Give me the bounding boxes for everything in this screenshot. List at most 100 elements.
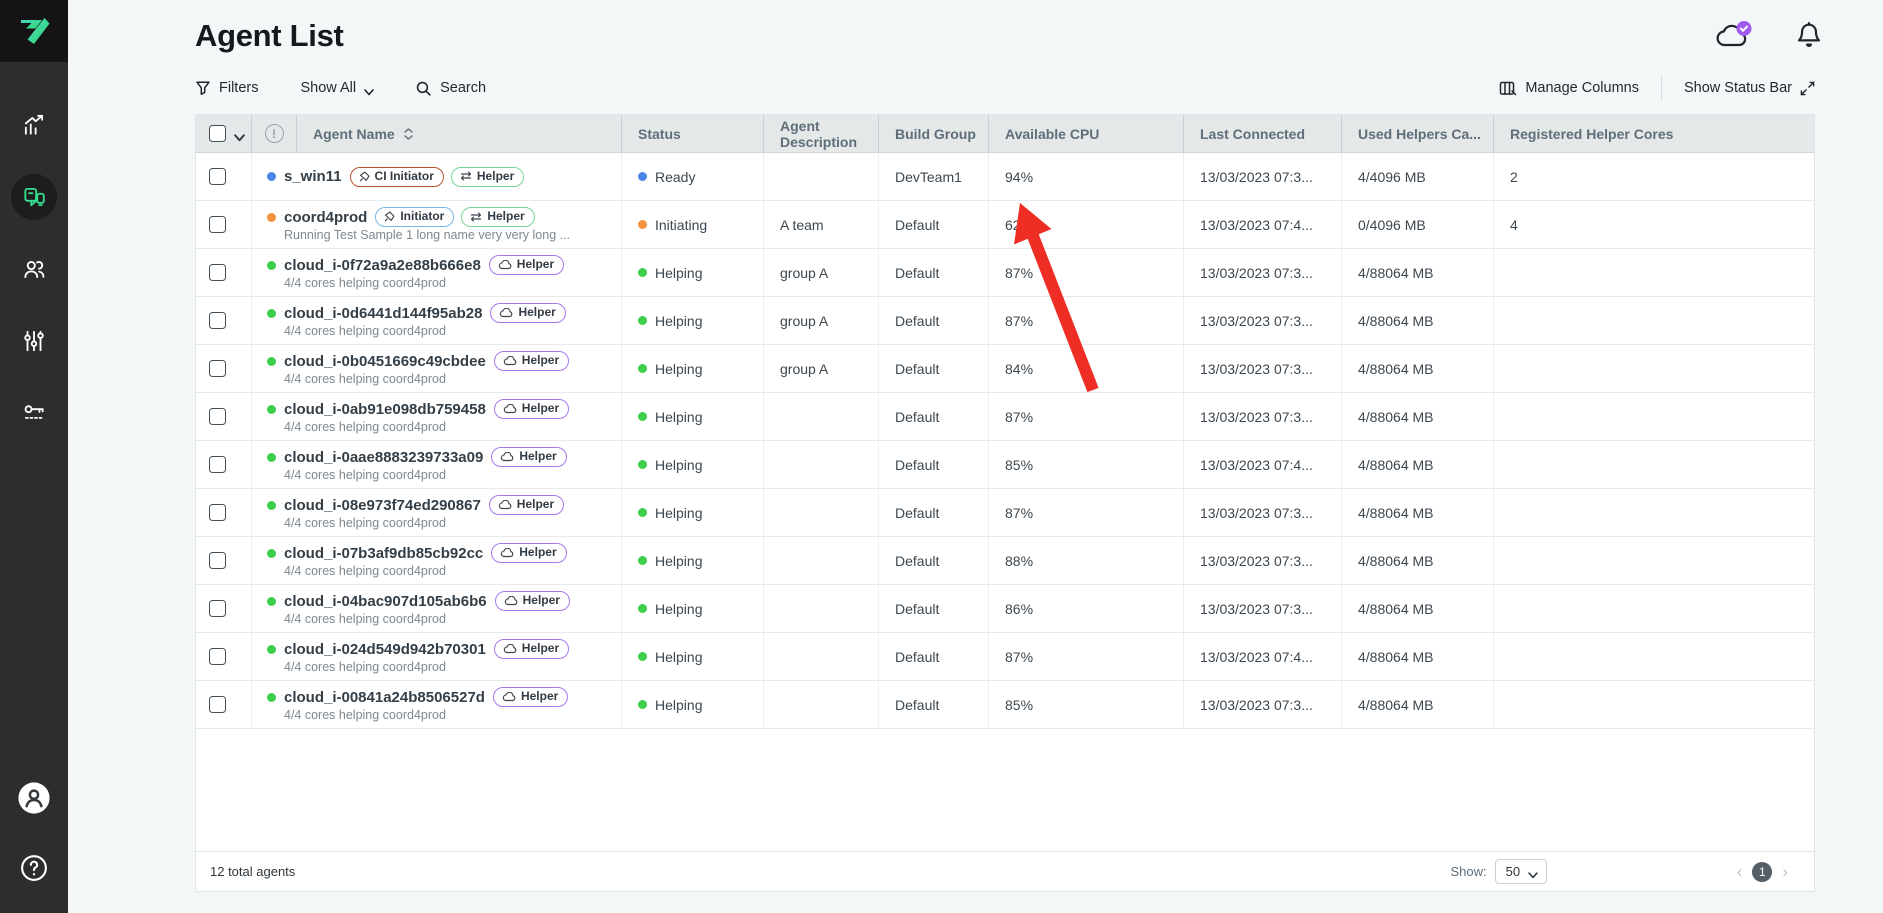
- table-row[interactable]: cloud_i-08e973f74ed290867 Helper 4/4 cor…: [196, 489, 1814, 537]
- row-select-cell: [196, 585, 252, 632]
- registered-cores-cell: [1494, 489, 1814, 536]
- cloud-icon: [503, 356, 517, 366]
- select-menu-chevron-icon[interactable]: [234, 129, 243, 138]
- agent-subtext: 4/4 cores helping coord4prod: [267, 468, 446, 482]
- row-checkbox[interactable]: [209, 504, 226, 521]
- status-label: Helping: [655, 649, 702, 665]
- column-header-last-connected[interactable]: Last Connected: [1184, 115, 1342, 152]
- last-connected-cell: 13/03/2023 07:3...: [1184, 249, 1342, 296]
- app-logo[interactable]: [0, 0, 68, 62]
- chevron-down-icon: [364, 84, 373, 93]
- page-title: Agent List: [195, 18, 344, 54]
- show-all-dropdown[interactable]: Show All: [300, 80, 373, 96]
- agent-name-cell: cloud_i-0f72a9a2e88b666e8 Helper 4/4 cor…: [252, 249, 622, 296]
- status-dot: [638, 652, 647, 661]
- agent-status-dot: [267, 693, 276, 702]
- row-checkbox[interactable]: [209, 408, 226, 425]
- table-row[interactable]: cloud_i-0ab91e098db759458 Helper 4/4 cor…: [196, 393, 1814, 441]
- sidebar-bottom: [11, 775, 57, 913]
- badge-helper-cloud: Helper: [490, 303, 565, 323]
- row-select-cell: [196, 537, 252, 584]
- table-row[interactable]: cloud_i-07b3af9db85cb92cc Helper 4/4 cor…: [196, 537, 1814, 585]
- select-all-header[interactable]: [196, 115, 252, 152]
- build-group-cell: Default: [879, 297, 989, 344]
- status-label: Initiating: [655, 217, 707, 233]
- table-row[interactable]: cloud_i-04bac907d105ab6b6 Helper 4/4 cor…: [196, 585, 1814, 633]
- table-row[interactable]: s_win11 CI InitiatorHelper Ready DevTeam…: [196, 153, 1814, 201]
- table-row[interactable]: cloud_i-00841a24b8506527d Helper 4/4 cor…: [196, 681, 1814, 729]
- show-status-bar-button[interactable]: Show Status Bar: [1684, 80, 1815, 96]
- agent-status-dot: [267, 549, 276, 558]
- agent-description-cell: [764, 489, 879, 536]
- build-group-cell: Default: [879, 345, 989, 392]
- sidebar-item-license[interactable]: [11, 390, 57, 436]
- column-header-registered-cores[interactable]: Registered Helper Cores: [1494, 115, 1814, 152]
- manage-columns-button[interactable]: Manage Columns: [1499, 80, 1639, 97]
- sort-icon[interactable]: [404, 128, 413, 140]
- prev-page-button[interactable]: ‹: [1737, 863, 1743, 880]
- table-empty-area: [196, 729, 1814, 851]
- column-header-description[interactable]: Agent Description: [764, 115, 879, 152]
- row-checkbox[interactable]: [209, 648, 226, 665]
- cloud-status-icon[interactable]: [1715, 20, 1755, 52]
- status-label: Helping: [655, 601, 702, 617]
- sidebar-item-users[interactable]: [11, 246, 57, 292]
- sidebar-item-settings[interactable]: [11, 318, 57, 364]
- table-row[interactable]: cloud_i-024d549d942b70301 Helper 4/4 cor…: [196, 633, 1814, 681]
- swap-arrows-icon: [470, 212, 482, 222]
- row-checkbox[interactable]: [209, 600, 226, 617]
- badge-helper-cloud: Helper: [489, 495, 564, 515]
- agent-description-cell: A team: [764, 201, 879, 248]
- agent-status-dot: [267, 453, 276, 462]
- column-header-build-group[interactable]: Build Group: [879, 115, 989, 152]
- row-checkbox[interactable]: [209, 696, 226, 713]
- row-checkbox[interactable]: [209, 264, 226, 281]
- row-checkbox[interactable]: [209, 312, 226, 329]
- badge-helper: Helper: [451, 167, 524, 187]
- column-header-status[interactable]: Status: [622, 115, 764, 152]
- alert-column-header[interactable]: !: [252, 115, 297, 152]
- row-select-cell: [196, 681, 252, 728]
- status-cell: Helping: [622, 489, 764, 536]
- build-group-cell: DevTeam1: [879, 153, 989, 200]
- table-row[interactable]: cloud_i-0d6441d144f95ab28 Helper 4/4 cor…: [196, 297, 1814, 345]
- page-size-select[interactable]: 50: [1495, 859, 1547, 884]
- last-connected-cell: 13/03/2023 07:3...: [1184, 681, 1342, 728]
- column-header-used-helpers[interactable]: Used Helpers Ca...: [1342, 115, 1494, 152]
- agent-subtext: 4/4 cores helping coord4prod: [267, 276, 446, 290]
- used-helpers-cell: 4/4096 MB: [1342, 153, 1494, 200]
- agent-description-cell: [764, 585, 879, 632]
- sidebar-item-dashboard[interactable]: [11, 102, 57, 148]
- select-all-checkbox[interactable]: [209, 125, 226, 142]
- profile-button[interactable]: [11, 775, 57, 821]
- table-row[interactable]: cloud_i-0f72a9a2e88b666e8 Helper 4/4 cor…: [196, 249, 1814, 297]
- row-checkbox[interactable]: [209, 456, 226, 473]
- row-checkbox[interactable]: [209, 216, 226, 233]
- badge-list: Helper: [494, 399, 569, 419]
- row-checkbox[interactable]: [209, 168, 226, 185]
- row-checkbox[interactable]: [209, 552, 226, 569]
- agent-status-dot: [267, 501, 276, 510]
- show-all-label: Show All: [300, 80, 356, 96]
- build-group-cell: Default: [879, 201, 989, 248]
- status-dot: [638, 700, 647, 709]
- cloud-icon: [503, 404, 517, 414]
- filters-button[interactable]: Filters: [195, 80, 258, 96]
- agent-name-cell: cloud_i-0aae8883239733a09 Helper 4/4 cor…: [252, 441, 622, 488]
- column-header-agent-name[interactable]: Agent Name: [297, 115, 622, 152]
- help-button[interactable]: [11, 845, 57, 891]
- table-row[interactable]: cloud_i-0aae8883239733a09 Helper 4/4 cor…: [196, 441, 1814, 489]
- column-header-cpu[interactable]: Available CPU: [989, 115, 1184, 152]
- table-row[interactable]: coord4prod InitiatorHelper Running Test …: [196, 201, 1814, 249]
- alert-icon: !: [265, 124, 284, 143]
- sidebar-item-agents[interactable]: [11, 174, 57, 220]
- last-connected-cell: 13/03/2023 07:4...: [1184, 441, 1342, 488]
- status-dot: [638, 412, 647, 421]
- table-row[interactable]: cloud_i-0b0451669c49cbdee Helper 4/4 cor…: [196, 345, 1814, 393]
- current-page-button[interactable]: 1: [1752, 862, 1772, 882]
- agent-description-cell: group A: [764, 297, 879, 344]
- next-page-button[interactable]: ›: [1782, 863, 1788, 880]
- row-checkbox[interactable]: [209, 360, 226, 377]
- search-button[interactable]: Search: [415, 80, 486, 97]
- notifications-bell-icon[interactable]: [1795, 21, 1823, 51]
